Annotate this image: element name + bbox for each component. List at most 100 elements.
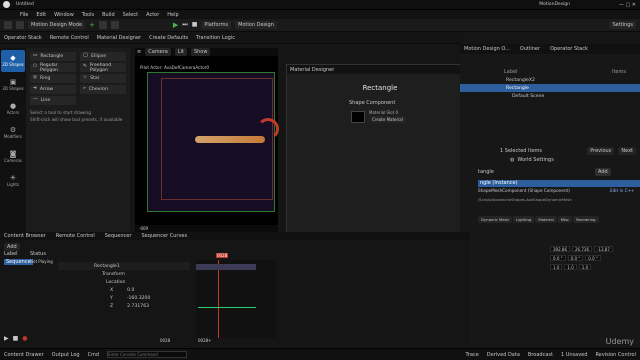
record-icon[interactable]: ● — [22, 336, 27, 342]
filter-dynamic-mesh[interactable]: Dynamic Mesh — [478, 216, 512, 223]
stop-icon[interactable]: ■ — [192, 22, 198, 28]
filter-rendering[interactable]: Rendering — [573, 216, 599, 223]
track-row[interactable]: Transform — [58, 270, 190, 278]
track-value[interactable]: 0.0 — [127, 288, 134, 293]
scale-z-field[interactable]: 1.0 — [578, 264, 592, 270]
shape-line[interactable]: ― Line — [30, 96, 76, 105]
sequence-item[interactable]: Sequence — [4, 259, 33, 265]
output-log-button[interactable]: Output Log — [52, 352, 80, 358]
window-controls[interactable]: — ▢ ✕ — [619, 2, 636, 8]
trace-button[interactable]: Trace — [466, 352, 479, 358]
next-button[interactable]: Next — [618, 147, 636, 155]
revision-control-button[interactable]: Revision Control — [595, 352, 636, 358]
tab-remote-control[interactable]: Remote Control — [50, 35, 89, 41]
timeline[interactable]: 0028 — [196, 253, 276, 338]
frame-counter[interactable]: 0028 — [160, 338, 170, 343]
menu-edit[interactable]: Edit — [36, 12, 46, 18]
tab-transition-logic[interactable]: Transition Logic — [196, 35, 235, 41]
location-x-field[interactable]: 392.86 — [550, 246, 570, 252]
track-add-button[interactable]: Add — [4, 243, 20, 251]
shape-regular-polygon[interactable]: ⬠ Regular Polygon — [30, 63, 76, 73]
settings-button[interactable]: Settings — [609, 21, 636, 29]
previous-button[interactable]: Previous — [587, 147, 615, 155]
save-icon[interactable] — [4, 21, 12, 29]
shape-star[interactable]: ☆ Star — [80, 74, 126, 83]
menu-build[interactable]: Build — [102, 12, 115, 18]
menu-file[interactable]: File — [20, 12, 28, 18]
step-icon[interactable]: ⏭ — [182, 22, 187, 28]
stop-icon[interactable]: ■ — [13, 336, 19, 342]
track-row[interactable]: Z 2.731763 — [58, 302, 190, 310]
track-row[interactable]: Rectangle1 — [58, 262, 190, 270]
unsaved-button[interactable]: 1 Unsaved — [561, 352, 587, 358]
tab-outliner[interactable]: Outliner — [520, 46, 540, 52]
shape-ellipse[interactable]: ◯ Ellipse — [80, 52, 126, 61]
shape-arrow[interactable]: ➜ Arrow — [30, 85, 76, 94]
select-mode-icon[interactable] — [16, 21, 24, 29]
track-row[interactable]: Location — [58, 278, 190, 286]
shape-rectangle[interactable]: ▭ Rectangle — [30, 52, 76, 61]
lit-button[interactable]: Lit — [174, 48, 187, 56]
edit-cpp-link[interactable]: Edit in C++ — [610, 188, 635, 193]
instance-row[interactable]: ngle (Instance) — [478, 180, 640, 187]
scale-y-field[interactable]: 1.0 — [564, 264, 577, 270]
shape-ring[interactable]: ◎ Ring — [30, 74, 76, 83]
sidebar-item-actors[interactable]: ● Actors — [1, 98, 25, 120]
menu-help[interactable]: Help — [167, 12, 178, 18]
tab-content-browser[interactable]: Content Browser — [4, 233, 46, 239]
viewport-menu-icon[interactable]: ≡ — [137, 49, 141, 55]
platforms-button[interactable]: Platforms — [201, 21, 232, 29]
content-drawer-button[interactable]: Content Drawer — [4, 352, 44, 358]
scale-x-field[interactable]: 1.0 — [550, 264, 563, 270]
sidebar-item-3d-shapes[interactable]: ▣ 3D Shapes — [1, 74, 25, 96]
rotation-x-field[interactable]: 0.0 ° — [550, 255, 566, 261]
track-value[interactable]: 2.731763 — [127, 304, 149, 309]
menu-select[interactable]: Select — [123, 12, 138, 18]
filter-lighting[interactable]: Lighting — [512, 216, 535, 223]
project-tab[interactable]: Untitled — [16, 2, 34, 7]
playhead[interactable] — [218, 260, 219, 338]
console-input[interactable] — [107, 351, 188, 358]
tab-operator-stack-right[interactable]: Operator Stack — [550, 46, 588, 52]
derived-data-button[interactable]: Derived Data — [487, 352, 520, 358]
sidebar-item-modifiers[interactable]: ⚙ Modifiers — [1, 122, 25, 144]
motion-design-button[interactable]: Motion Design — [235, 21, 277, 29]
rotate-gizmo[interactable] — [257, 118, 279, 140]
rotation-y-field[interactable]: 0.0 ° — [567, 255, 584, 261]
play-icon[interactable]: ▶ — [173, 21, 178, 29]
add-icon[interactable]: + — [89, 21, 95, 29]
menu-window[interactable]: Window — [54, 12, 74, 18]
tab-remote-control-bottom[interactable]: Remote Control — [56, 233, 95, 239]
mode-dropdown[interactable]: Motion Design Mode — [28, 21, 86, 29]
sidebar-item-lights[interactable]: ☀ Lights — [1, 170, 25, 192]
tab-sequencer-curves[interactable]: Sequencer Curves — [141, 233, 187, 239]
blueprint-icon[interactable] — [98, 21, 107, 29]
play-icon[interactable]: ▶ — [4, 336, 9, 342]
filter-material[interactable]: Material — [535, 216, 557, 223]
location-z-field[interactable]: -13.87 — [594, 246, 613, 252]
broadcast-button[interactable]: Broadcast — [528, 352, 553, 358]
component-row[interactable]: ShapeMeshComponent (Shape Component) — [478, 188, 570, 193]
sidebar-item-2d-shapes[interactable]: ◆ 2D Shapes — [1, 50, 25, 72]
cmd-dropdown[interactable]: Cmd — [88, 352, 100, 358]
create-material-button[interactable]: Create Material — [369, 116, 406, 123]
rotation-z-field[interactable]: 0.0 ° — [585, 255, 601, 261]
tab-motion-design-outliner[interactable]: Motion Design O... — [464, 46, 510, 52]
track-value[interactable]: -160.3200 — [127, 296, 151, 301]
add-component-button[interactable]: Add — [595, 168, 611, 176]
show-button[interactable]: Show — [190, 48, 211, 56]
tree-row-default-scene[interactable]: Default Scene — [460, 92, 640, 100]
tab-material-designer[interactable]: Material Designer — [97, 35, 141, 41]
shape-freehand-polygon[interactable]: ✎ Freehand Polygon — [80, 63, 126, 73]
camera-button[interactable]: Camera — [145, 48, 171, 56]
tree-row-rectanglex2[interactable]: RectangleX2 — [460, 76, 640, 84]
track-row[interactable]: Y -160.3200 — [58, 294, 190, 302]
tab-create-defaults[interactable]: Create Defaults — [149, 35, 188, 41]
shape-chevron[interactable]: » Chevron — [80, 85, 126, 94]
material-thumbnail[interactable] — [351, 111, 365, 123]
location-y-field[interactable]: 26.736 — [572, 246, 592, 252]
viewport[interactable]: ≡ Camera Lit Show Pilot Actor: AvaDefCam… — [135, 48, 279, 232]
cinematics-icon[interactable] — [110, 21, 119, 29]
world-settings-tab[interactable]: ◍ World Settings — [510, 157, 554, 163]
rectangle-shape[interactable] — [195, 136, 265, 143]
